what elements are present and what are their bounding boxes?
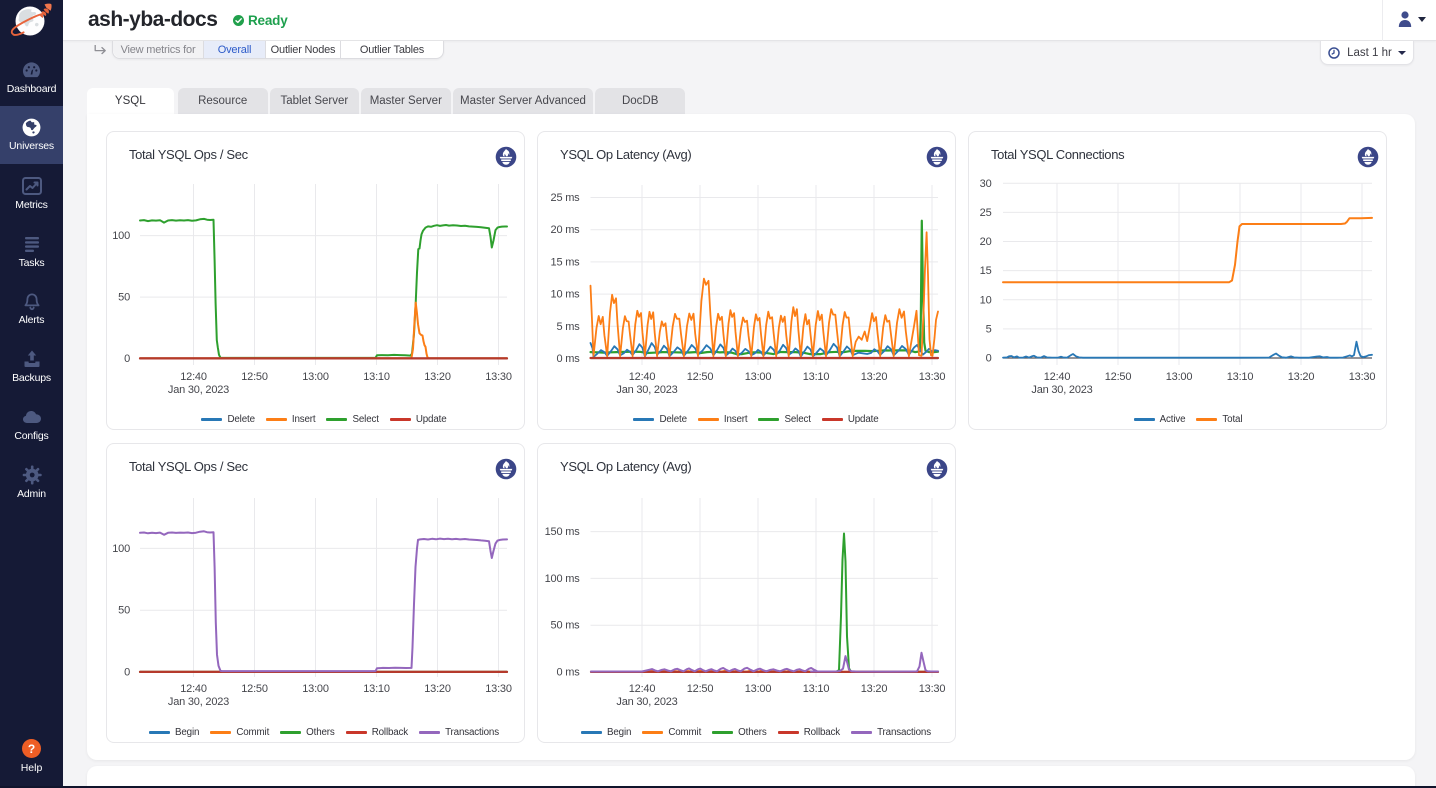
svg-text:12:40: 12:40 bbox=[629, 371, 656, 383]
svg-text:13:10: 13:10 bbox=[1227, 371, 1254, 383]
svg-text:0 ms: 0 ms bbox=[556, 353, 580, 365]
svg-text:13:30: 13:30 bbox=[485, 371, 512, 383]
svg-text:12:50: 12:50 bbox=[687, 371, 714, 383]
svg-text:0: 0 bbox=[124, 667, 130, 679]
svg-text:25: 25 bbox=[980, 207, 992, 219]
svg-text:13:10: 13:10 bbox=[803, 683, 830, 695]
svg-text:13:00: 13:00 bbox=[745, 371, 772, 383]
svg-text:5 ms: 5 ms bbox=[556, 321, 580, 333]
svg-text:13:20: 13:20 bbox=[861, 371, 888, 383]
svg-text:Jan 30, 2023: Jan 30, 2023 bbox=[616, 696, 677, 708]
svg-text:13:00: 13:00 bbox=[745, 683, 772, 695]
svg-text:Jan 30, 2023: Jan 30, 2023 bbox=[616, 384, 677, 396]
svg-text:13:30: 13:30 bbox=[919, 683, 946, 695]
svg-text:100: 100 bbox=[112, 230, 130, 242]
svg-text:15 ms: 15 ms bbox=[551, 256, 581, 268]
svg-text:13:20: 13:20 bbox=[861, 683, 888, 695]
svg-text:100: 100 bbox=[112, 543, 130, 555]
svg-text:Jan 30, 2023: Jan 30, 2023 bbox=[1031, 384, 1092, 396]
svg-text:50 ms: 50 ms bbox=[551, 620, 581, 632]
svg-text:12:50: 12:50 bbox=[1105, 371, 1132, 383]
svg-text:15: 15 bbox=[980, 265, 992, 277]
svg-text:13:00: 13:00 bbox=[1166, 371, 1193, 383]
svg-text:13:00: 13:00 bbox=[302, 683, 329, 695]
svg-text:12:50: 12:50 bbox=[241, 371, 268, 383]
svg-text:13:30: 13:30 bbox=[485, 683, 512, 695]
svg-text:13:30: 13:30 bbox=[919, 371, 946, 383]
svg-text:13:10: 13:10 bbox=[363, 371, 390, 383]
svg-text:12:40: 12:40 bbox=[180, 371, 207, 383]
svg-text:13:10: 13:10 bbox=[803, 371, 830, 383]
svg-text:5: 5 bbox=[986, 323, 992, 335]
svg-text:13:20: 13:20 bbox=[424, 683, 451, 695]
svg-text:12:50: 12:50 bbox=[687, 683, 714, 695]
svg-text:13:10: 13:10 bbox=[363, 683, 390, 695]
svg-text:0: 0 bbox=[124, 353, 130, 365]
svg-text:30: 30 bbox=[980, 178, 992, 190]
svg-text:13:20: 13:20 bbox=[1288, 371, 1315, 383]
svg-text:20: 20 bbox=[980, 236, 992, 248]
svg-text:100 ms: 100 ms bbox=[545, 573, 581, 585]
svg-text:Jan 30, 2023: Jan 30, 2023 bbox=[168, 384, 229, 396]
svg-text:50: 50 bbox=[118, 605, 130, 617]
svg-text:12:40: 12:40 bbox=[180, 683, 207, 695]
svg-text:Jan 30, 2023: Jan 30, 2023 bbox=[168, 696, 229, 708]
svg-text:0: 0 bbox=[986, 353, 992, 365]
svg-text:13:20: 13:20 bbox=[424, 371, 451, 383]
svg-text:0 ms: 0 ms bbox=[556, 667, 580, 679]
svg-text:12:40: 12:40 bbox=[629, 683, 656, 695]
svg-text:13:30: 13:30 bbox=[1349, 371, 1376, 383]
svg-text:150 ms: 150 ms bbox=[545, 526, 581, 538]
svg-text:25 ms: 25 ms bbox=[551, 192, 581, 204]
svg-text:12:40: 12:40 bbox=[1044, 371, 1071, 383]
svg-text:13:00: 13:00 bbox=[302, 371, 329, 383]
svg-text:12:50: 12:50 bbox=[241, 683, 268, 695]
svg-text:50: 50 bbox=[118, 292, 130, 304]
svg-text:20 ms: 20 ms bbox=[551, 224, 581, 236]
svg-text:10: 10 bbox=[980, 294, 992, 306]
svg-text:10 ms: 10 ms bbox=[551, 289, 581, 301]
